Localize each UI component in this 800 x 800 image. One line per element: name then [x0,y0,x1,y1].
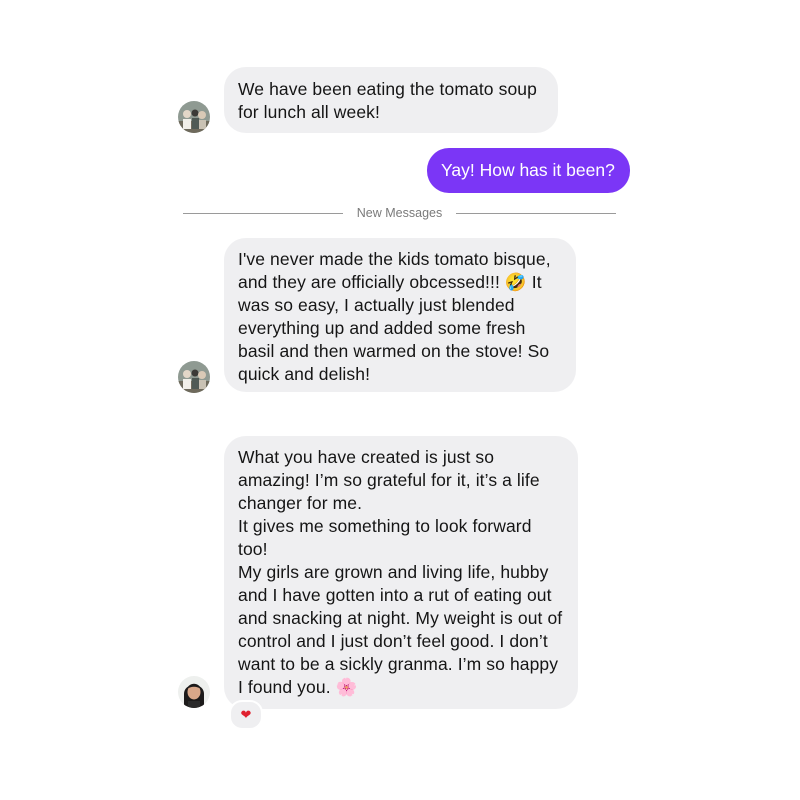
divider-label: New Messages [356,206,443,220]
divider-line [183,212,343,214]
message-paragraph: What you have created is just so amazing… [238,447,540,513]
received-message-bubble[interactable]: What you have created is just so amazing… [224,436,578,709]
heart-icon: ❤ [240,707,252,722]
message-paragraph: It gives me something to look forward to… [238,516,532,559]
message-text: Yay! How has it been? [441,160,615,180]
message-paragraph: My girls are grown and living life, hubb… [238,562,563,697]
divider-line [456,212,617,214]
sent-message-bubble[interactable]: Yay! How has it been? [427,148,630,193]
message-text: I've never made the kids tomato bisque, … [238,249,551,384]
heart-reaction[interactable]: ❤ [229,700,263,730]
avatar[interactable] [178,361,210,393]
avatar[interactable] [178,676,210,708]
message-text: We have been eating the tomato soup for … [238,79,537,122]
avatar[interactable] [178,101,210,133]
received-message-bubble[interactable]: I've never made the kids tomato bisque, … [224,238,576,392]
new-messages-divider: New Messages [183,203,617,223]
received-message-bubble[interactable]: We have been eating the tomato soup for … [224,67,558,133]
